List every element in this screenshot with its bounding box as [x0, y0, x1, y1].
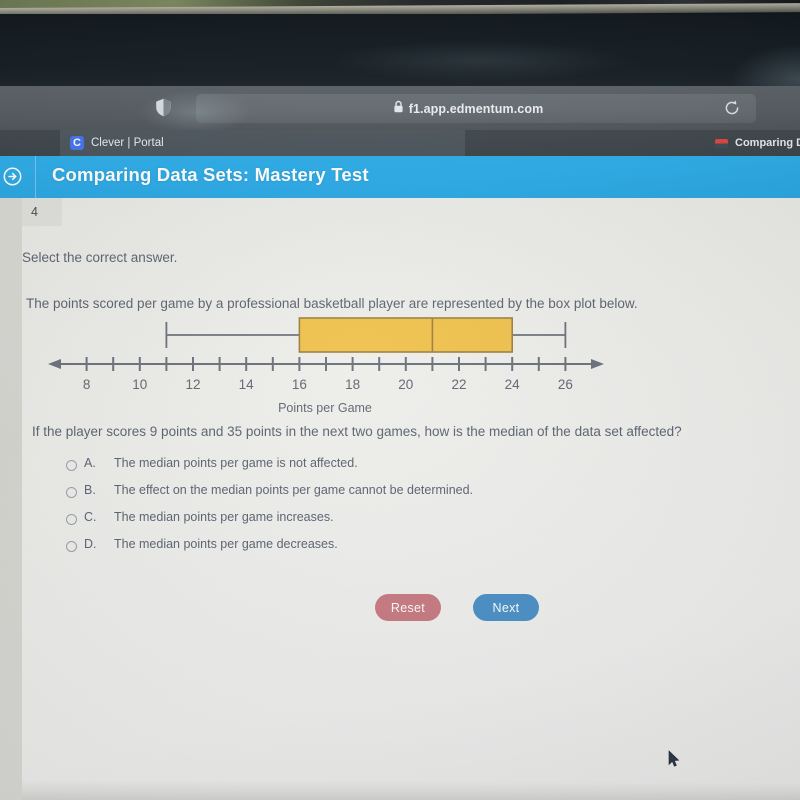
choice-text-a: The median points per game is not affect…	[114, 456, 358, 470]
next-button[interactable]: Next	[473, 594, 539, 621]
browser-tab-comparing-data[interactable]: Comparing Dat	[705, 130, 800, 156]
radio-button-c[interactable]	[66, 514, 77, 525]
answer-choice-c[interactable]: C. The median points per game increases.	[66, 510, 473, 537]
answer-choice-a[interactable]: A. The median points per game is not aff…	[66, 456, 473, 483]
choice-letter-a: A.	[84, 456, 96, 470]
svg-text:Points per Game: Points per Game	[278, 401, 372, 415]
choice-letter-d: D.	[84, 537, 97, 551]
svg-text:12: 12	[185, 377, 200, 392]
choice-letter-b: B.	[84, 483, 96, 497]
svg-text:10: 10	[132, 377, 147, 392]
left-gutter	[0, 198, 22, 800]
svg-text:22: 22	[451, 377, 466, 392]
question-number-badge: 4	[22, 198, 62, 226]
svg-text:26: 26	[558, 377, 573, 392]
url-text: f1.app.edmentum.com	[408, 101, 544, 116]
reload-icon[interactable]	[723, 99, 741, 122]
svg-text:24: 24	[505, 377, 521, 392]
clever-favicon: C	[70, 136, 84, 150]
monitor-photo: f1.app.edmentum.com C Clever | Portal Co…	[0, 0, 800, 800]
action-button-row: Reset Next	[375, 594, 539, 621]
browser-tab-strip: C Clever | Portal Comparing Dat	[0, 130, 800, 156]
header-divider	[35, 156, 36, 198]
browser-tab-title: Clever | Portal	[91, 137, 164, 149]
shield-icon[interactable]	[155, 98, 172, 122]
radio-button-b[interactable]	[66, 487, 77, 498]
app-header: Comparing Data Sets: Mastery Test	[0, 156, 800, 198]
radio-button-a[interactable]	[66, 460, 77, 471]
svg-text:18: 18	[345, 377, 360, 392]
question-number: 4	[31, 205, 38, 219]
page-body: 4 Select the correct answer. The points …	[0, 198, 800, 800]
svg-text:16: 16	[292, 377, 307, 392]
choice-text-b: The effect on the median points per game…	[114, 483, 474, 497]
lock-icon	[393, 100, 404, 118]
browser-tab-title: Comparing Dat	[735, 137, 800, 149]
card-bottom-edge	[22, 781, 800, 800]
svg-text:14: 14	[239, 377, 255, 392]
arrow-circle-right-icon[interactable]	[3, 167, 22, 186]
monitor-bezel	[0, 14, 800, 114]
browser-window: f1.app.edmentum.com C Clever | Portal Co…	[0, 86, 800, 800]
box-plot-figure: 8 10 12 14 16 18 20 22 24 26 Points per Game	[22, 306, 622, 418]
svg-text:20: 20	[398, 377, 413, 392]
svg-text:8: 8	[83, 377, 91, 392]
choice-letter-c: C.	[84, 510, 97, 524]
browser-tab-clever-portal[interactable]: C Clever | Portal	[60, 130, 465, 156]
answer-choice-b[interactable]: B. The effect on the median points per g…	[66, 483, 473, 510]
page-title: Comparing Data Sets: Mastery Test	[52, 164, 369, 185]
question-card: 4 Select the correct answer. The points …	[22, 198, 800, 793]
box-plot-svg: 8 10 12 14 16 18 20 22 24 26 Points per Game	[48, 317, 604, 415]
question-follow-up: If the player scores 9 points and 35 poi…	[32, 424, 682, 439]
bezel-glare	[330, 40, 630, 82]
choice-text-c: The median points per game increases.	[114, 510, 334, 524]
browser-toolbar: f1.app.edmentum.com	[0, 86, 800, 134]
radio-button-d[interactable]	[66, 541, 77, 552]
choice-text-d: The median points per game decreases.	[114, 537, 338, 551]
instruction-text: Select the correct answer.	[22, 250, 178, 265]
reset-button[interactable]: Reset	[375, 594, 441, 621]
answer-choice-d[interactable]: D. The median points per game decreases.	[66, 537, 473, 564]
url-bar[interactable]: f1.app.edmentum.com	[196, 94, 756, 123]
answer-choice-list: A. The median points per game is not aff…	[66, 456, 473, 564]
mouse-pointer	[668, 750, 680, 768]
edmentum-favicon	[715, 138, 728, 148]
